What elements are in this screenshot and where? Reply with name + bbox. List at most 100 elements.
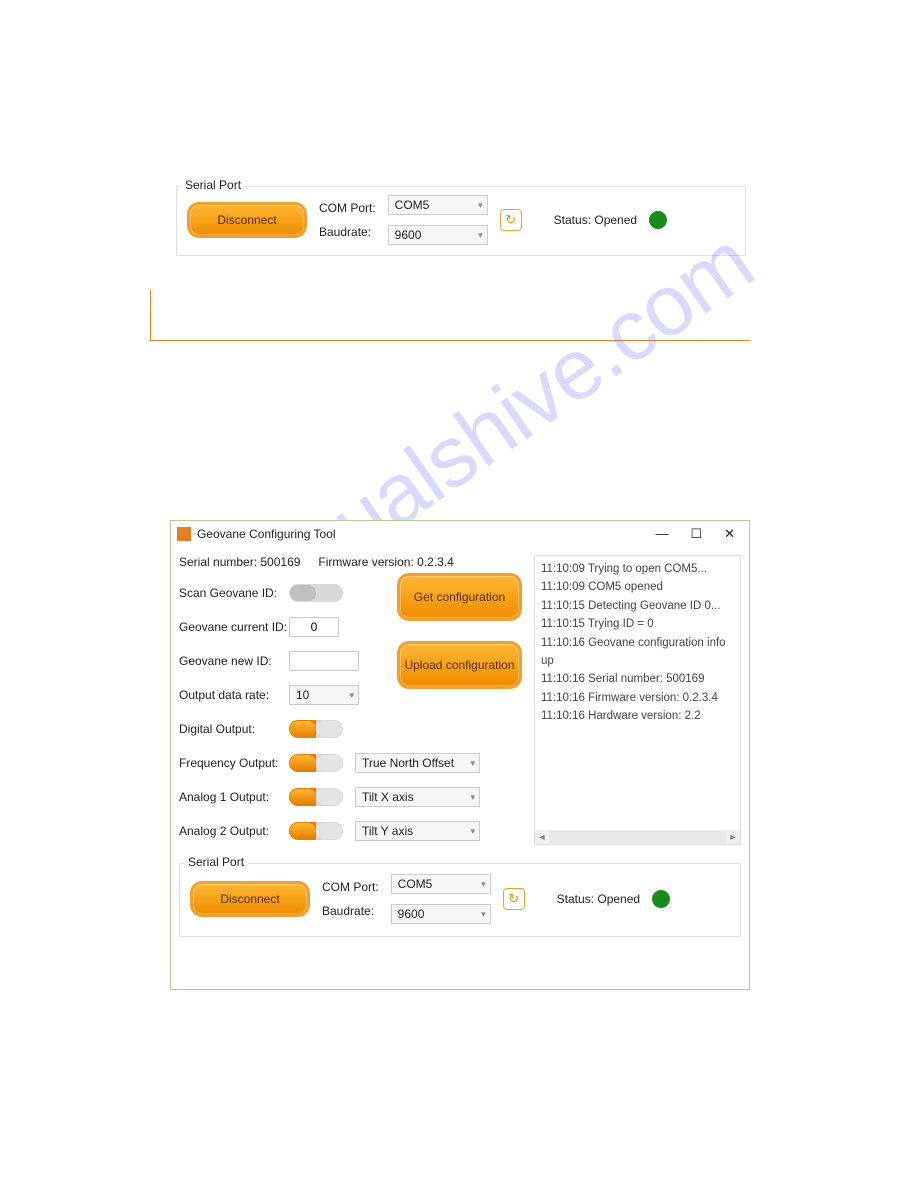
serial-select-col: COM5 ▾ 9600 ▾ (388, 195, 488, 245)
baudrate-value: 9600 (398, 907, 425, 921)
log-panel: 11:10:09 Trying to open COM5... 11:10:09… (534, 555, 741, 845)
chevron-down-icon: ▾ (478, 230, 483, 241)
digital-output-row: Digital Output: (179, 719, 524, 739)
status-dot-icon (652, 890, 670, 908)
analog2-select[interactable]: Tilt Y axis ▾ (355, 821, 480, 841)
scan-geovane-toggle[interactable] (289, 584, 343, 602)
analog2-label: Analog 2 Output: (179, 824, 289, 838)
upload-configuration-button[interactable]: Upload configuration (397, 641, 522, 689)
log-line: 11:10:16 Serial number: 500169 (541, 670, 734, 688)
com-port-value: COM5 (395, 198, 430, 212)
log-line: 11:10:16 Hardware version: 2.2 (541, 707, 734, 725)
analog1-row: Analog 1 Output: Tilt X axis ▾ (179, 787, 524, 807)
chevron-down-icon: ▾ (349, 690, 354, 701)
serial-label-col: COM Port: Baudrate: (319, 201, 376, 239)
disconnect-button[interactable]: Disconnect (190, 881, 310, 917)
com-port-select[interactable]: COM5 ▾ (391, 874, 491, 894)
refresh-icon: ↻ (508, 891, 519, 907)
status-label: Status: Opened (554, 213, 637, 227)
divider-vertical (150, 290, 151, 340)
com-port-label: COM Port: (319, 201, 376, 215)
analog1-select[interactable]: Tilt X axis ▾ (355, 787, 480, 807)
status-dot-icon (649, 211, 667, 229)
analog2-value: Tilt Y axis (362, 824, 413, 838)
output-rate-label: Output data rate: (179, 688, 289, 702)
serial-port-legend: Serial Port (181, 178, 245, 192)
new-id-label: Geovane new ID: (179, 654, 289, 668)
log-scrollbar[interactable]: ◄ ► (535, 830, 740, 844)
serial-label-col: COM Port: Baudrate: (322, 880, 379, 918)
config-button-column: Get configuration Upload configuration (397, 573, 522, 689)
digital-output-label: Digital Output: (179, 722, 289, 736)
current-id-input[interactable] (289, 617, 339, 637)
refresh-button[interactable]: ↻ (500, 209, 522, 231)
disconnect-label: Disconnect (217, 213, 276, 227)
scroll-right-icon[interactable]: ► (726, 830, 740, 844)
serial-port-row: Disconnect COM Port: Baudrate: COM5 ▾ 96… (190, 874, 730, 924)
window-title: Geovane Configuring Tool (197, 527, 649, 541)
status-label: Status: Opened (557, 892, 640, 906)
chevron-down-icon: ▾ (481, 879, 486, 890)
analog1-label: Analog 1 Output: (179, 790, 289, 804)
chevron-down-icon: ▾ (470, 792, 475, 803)
get-configuration-label: Get configuration (414, 590, 505, 604)
frequency-output-row: Frequency Output: True North Offset ▾ (179, 753, 524, 773)
analog1-toggle[interactable] (289, 788, 343, 806)
frequency-output-value: True North Offset (362, 756, 454, 770)
frequency-output-select[interactable]: True North Offset ▾ (355, 753, 480, 773)
output-rate-value: 10 (296, 688, 309, 702)
frequency-output-toggle[interactable] (289, 754, 343, 772)
baudrate-select[interactable]: 9600 ▾ (388, 225, 488, 245)
com-port-value: COM5 (398, 877, 433, 891)
serial-select-col: COM5 ▾ 9600 ▾ (391, 874, 491, 924)
baudrate-label: Baudrate: (322, 904, 379, 918)
log-line: 11:10:16 Geovane configuration info up (541, 634, 734, 671)
window-controls: — ☐ ✕ (655, 526, 743, 542)
refresh-button[interactable]: ↻ (503, 888, 525, 910)
app-window: Geovane Configuring Tool — ☐ ✕ Serial nu… (170, 520, 750, 990)
current-id-label: Geovane current ID: (179, 620, 289, 634)
baudrate-value: 9600 (395, 228, 422, 242)
minimize-button[interactable]: — (655, 526, 668, 542)
com-port-label: COM Port: (322, 880, 379, 894)
upload-configuration-label: Upload configuration (404, 658, 514, 672)
titlebar: Geovane Configuring Tool — ☐ ✕ (171, 521, 749, 547)
left-column: Serial number: 500169 Firmware version: … (179, 555, 524, 855)
digital-output-toggle[interactable] (289, 720, 343, 738)
serial-port-row: Disconnect COM Port: Baudrate: COM5 ▾ 96… (187, 195, 735, 245)
log-line: 11:10:15 Detecting Geovane ID 0... (541, 597, 734, 615)
log-line: 11:10:15 Trying ID = 0 (541, 615, 734, 633)
baudrate-label: Baudrate: (319, 225, 376, 239)
output-rate-select[interactable]: 10 ▾ (289, 685, 359, 705)
analog1-value: Tilt X axis (362, 790, 414, 804)
log-line: 11:10:16 Firmware version: 0.2.3.4 (541, 689, 734, 707)
divider-horizontal (150, 340, 750, 341)
new-id-input[interactable] (289, 651, 359, 671)
log-lines: 11:10:09 Trying to open COM5... 11:10:09… (535, 556, 740, 730)
chevron-down-icon: ▾ (470, 826, 475, 837)
info-row: Serial number: 500169 Firmware version: … (179, 555, 524, 569)
disconnect-button[interactable]: Disconnect (187, 202, 307, 238)
serial-port-legend: Serial Port (184, 855, 248, 869)
close-button[interactable]: ✕ (724, 526, 735, 542)
maximize-button[interactable]: ☐ (690, 526, 702, 542)
scroll-left-icon[interactable]: ◄ (535, 830, 549, 844)
get-configuration-button[interactable]: Get configuration (397, 573, 522, 621)
disconnect-label: Disconnect (220, 892, 279, 906)
log-line: 11:10:09 COM5 opened (541, 578, 734, 596)
chevron-down-icon: ▾ (481, 909, 486, 920)
analog2-toggle[interactable] (289, 822, 343, 840)
baudrate-select[interactable]: 9600 ▾ (391, 904, 491, 924)
scroll-track[interactable] (549, 831, 726, 843)
chevron-down-icon: ▾ (470, 758, 475, 769)
frequency-output-label: Frequency Output: (179, 756, 289, 770)
com-port-select[interactable]: COM5 ▾ (388, 195, 488, 215)
firmware-version-label: Firmware version: 0.2.3.4 (318, 555, 453, 569)
refresh-icon: ↻ (505, 212, 516, 228)
log-line: 11:10:09 Trying to open COM5... (541, 560, 734, 578)
serial-port-panel-bottom: Serial Port Disconnect COM Port: Baudrat… (179, 863, 741, 937)
analog2-row: Analog 2 Output: Tilt Y axis ▾ (179, 821, 524, 841)
scan-geovane-label: Scan Geovane ID: (179, 586, 289, 600)
app-body: Serial number: 500169 Firmware version: … (171, 547, 749, 859)
chevron-down-icon: ▾ (478, 200, 483, 211)
